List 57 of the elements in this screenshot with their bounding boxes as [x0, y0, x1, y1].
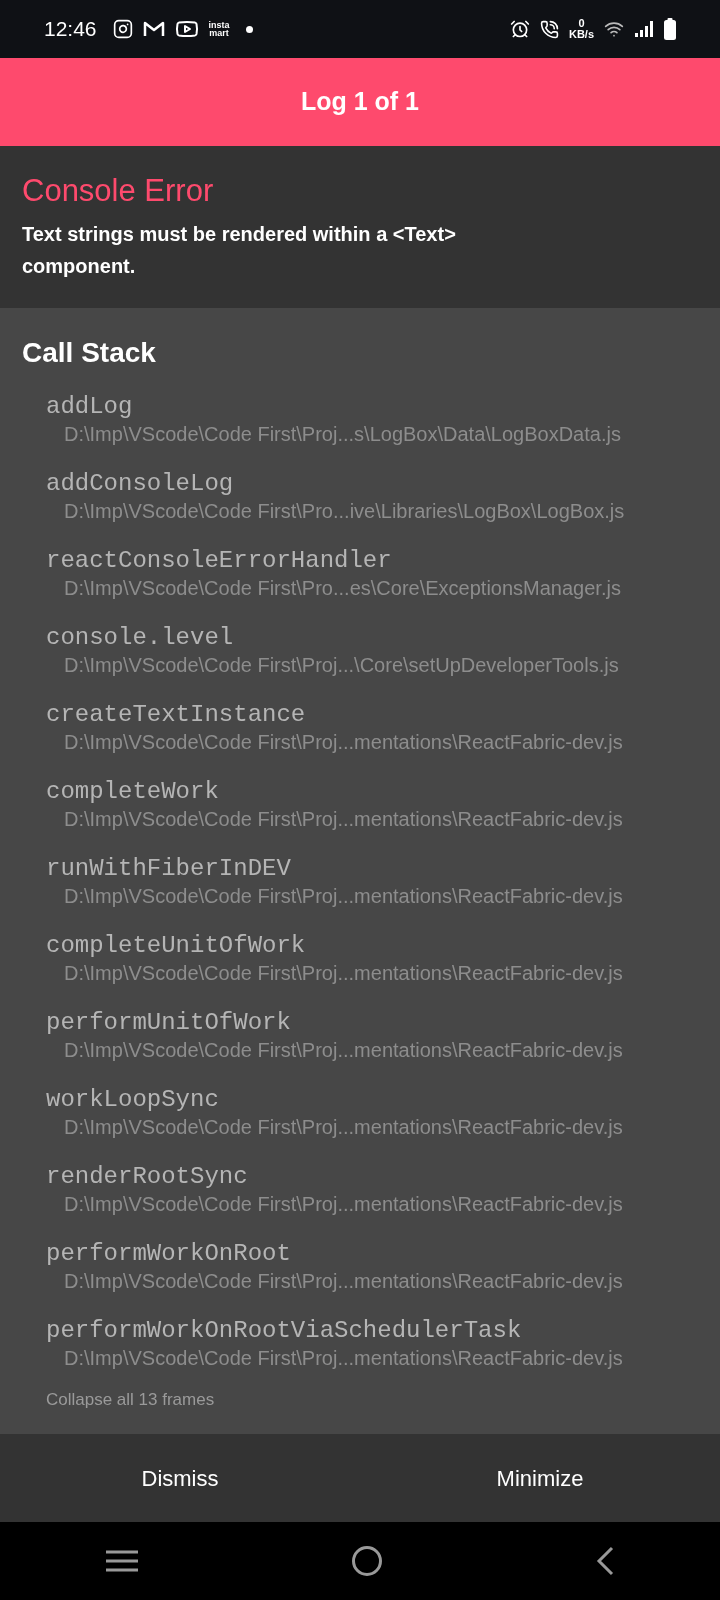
stack-frame[interactable]: workLoopSync D:\Imp\VScode\Code First\Proj...mentations\ReactFabric-dev.js [22, 1079, 698, 1156]
stack-frame[interactable]: createTextInstance D:\Imp\VScode\Code First\Proj...mentations\ReactFabric-dev.js [22, 694, 698, 771]
stack-frame[interactable]: addConsoleLog D:\Imp\VScode\Code First\Pro...ive\Libraries\LogBox\LogBox.js [22, 463, 698, 540]
frame-method: workLoopSync [46, 1085, 220, 1115]
frame-location: D:\Imp\VScode\Code First\Proj...\Core\setUpDeveloperTools.js [63, 653, 620, 678]
frame-method: console.level [46, 623, 235, 653]
wifi-icon [604, 19, 624, 39]
frame-location: D:\Imp\VScode\Code First\Proj...mentations\ReactFabric-dev.js [63, 807, 624, 832]
stack-frame[interactable]: renderRootSync D:\Imp\VScode\Code First\Proj...mentations\ReactFabric-dev.js [22, 1156, 698, 1233]
mail-icon [142, 20, 165, 38]
frame-location: D:\Imp\VScode\Code First\Pro...es\Core\ExceptionsManager.js [63, 576, 622, 601]
frame-location: D:\Imp\VScode\Code First\Proj...mentations\ReactFabric-dev.js [63, 1192, 624, 1217]
signal-icon [634, 20, 654, 38]
frame-method: addLog [46, 392, 134, 422]
clock-time: 12:46 [44, 16, 97, 43]
phone-icon [539, 19, 559, 39]
frame-method: completeUnitOfWork [46, 931, 307, 961]
stack-frame[interactable]: runWithFiberInDEV D:\Imp\VScode\Code First\Proj...mentations\ReactFabric-dev.js [22, 848, 698, 925]
back-icon[interactable] [595, 1546, 614, 1576]
frame-location: D:\Imp\VScode\Code First\Pro...ive\Libraries\LogBox\LogBox.js [63, 499, 626, 524]
frame-method: performWorkOnRoot [46, 1239, 292, 1269]
frame-location: D:\Imp\VScode\Code First\Proj...mentations\ReactFabric-dev.js [63, 1038, 624, 1063]
frame-location: D:\Imp\VScode\Code First\Proj...s\LogBox\Data\LogBoxData.js [63, 422, 622, 447]
frame-method: performWorkOnRootViaSchedulerTask [46, 1316, 523, 1346]
stack-frame[interactable]: console.level D:\Imp\VScode\Code First\Proj...\Core\setUpDeveloperTools.js [22, 617, 698, 694]
home-icon[interactable] [351, 1545, 383, 1577]
battery-icon [664, 18, 676, 40]
menu-icon[interactable] [106, 1549, 139, 1573]
alarm-icon [509, 19, 530, 39]
network-speed: 0 KB/s [568, 18, 594, 40]
frame-location: D:\Imp\VScode\Code First\Proj...mentations\ReactFabric-dev.js [63, 1269, 624, 1294]
frame-method: addConsoleLog [46, 469, 235, 499]
stack-frame[interactable]: performWorkOnRootViaSchedulerTask D:\Imp\VScode\Code First\Proj...mentations\ReactFabric-dev.js [22, 1310, 698, 1387]
error-message: Text strings must be rendered within a <Text> component. [22, 222, 457, 279]
frame-method: createTextInstance [46, 700, 307, 730]
frame-location: D:\Imp\VScode\Code First\Proj...mentations\ReactFabric-dev.js [63, 884, 624, 909]
stack-frame[interactable]: reactConsoleErrorHandler D:\Imp\VScode\Code First\Pro...es\Core\ExceptionsManager.js [22, 540, 698, 617]
error-title: Console Error [22, 172, 215, 210]
frame-location: D:\Imp\VScode\Code First\Proj...mentations\ReactFabric-dev.js [63, 1115, 624, 1140]
stack-frame[interactable]: performWorkOnRoot D:\Imp\VScode\Code First\Proj...mentations\ReactFabric-dev.js [22, 1233, 698, 1310]
call-stack-title: Call Stack [22, 336, 157, 370]
instagram-icon [112, 19, 133, 39]
frame-location: D:\Imp\VScode\Code First\Proj...mentations\ReactFabric-dev.js [63, 1346, 624, 1371]
collapse-frames-link[interactable]: Collapse all 13 frames [22, 1389, 698, 1411]
frame-location: D:\Imp\VScode\Code First\Proj...mentations\ReactFabric-dev.js [63, 961, 624, 986]
frame-location: D:\Imp\VScode\Code First\Proj...mentations\ReactFabric-dev.js [63, 730, 624, 755]
stack-frame[interactable]: addLog D:\Imp\VScode\Code First\Proj...s\LogBox\Data\LogBoxData.js [22, 386, 698, 463]
stack-frame[interactable]: completeWork D:\Imp\VScode\Code First\Proj...mentations\ReactFabric-dev.js [22, 771, 698, 848]
frame-method: reactConsoleErrorHandler [46, 546, 393, 576]
stack-frame[interactable]: completeUnitOfWork D:\Imp\VScode\Code First\Proj...mentations\ReactFabric-dev.js [22, 925, 698, 1002]
log-counter: Log 1 of 1 [300, 86, 420, 118]
frame-method: renderRootSync [46, 1162, 249, 1192]
frame-method: completeWork [46, 777, 220, 807]
frame-method: performUnitOfWork [46, 1008, 292, 1038]
stack-frame[interactable]: performUnitOfWork D:\Imp\VScode\Code First\Proj...mentations\ReactFabric-dev.js [22, 1002, 698, 1079]
app-logo-text: insta mart [208, 21, 230, 37]
frame-method: runWithFiberInDEV [46, 854, 292, 884]
